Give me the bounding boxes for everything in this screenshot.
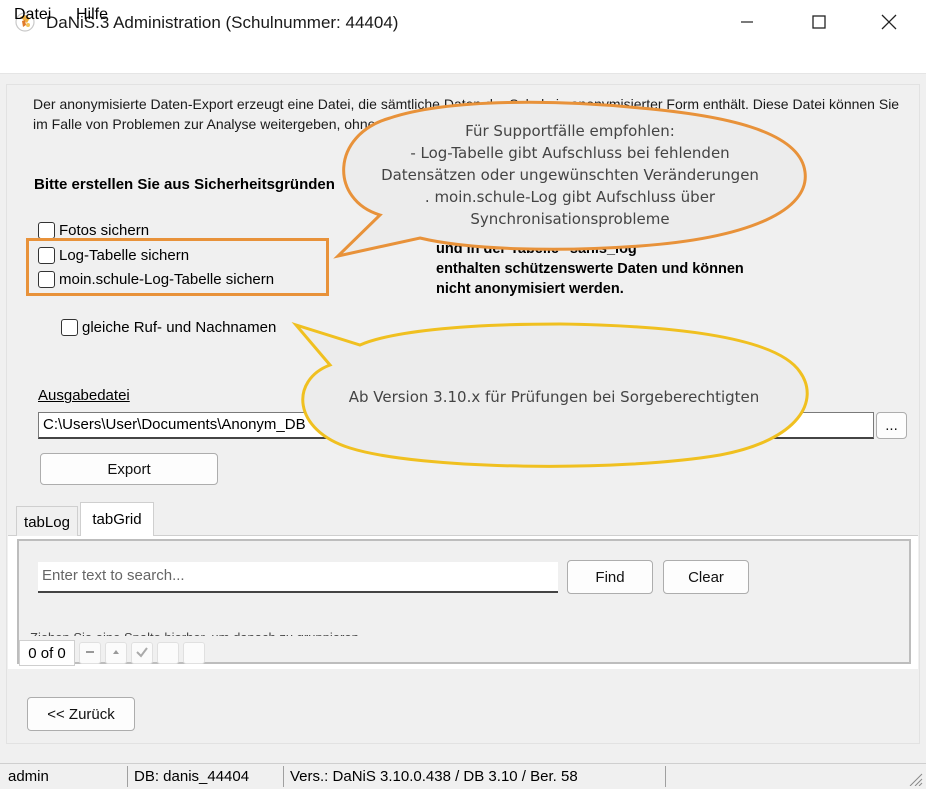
caret-up-icon: [111, 647, 121, 660]
photos-checkbox-row[interactable]: Fotos sichern: [38, 220, 149, 240]
menu-bar: [0, 46, 926, 74]
output-file-input[interactable]: C:\Users\User\Documents\Anonym_DB: [38, 412, 874, 439]
support-callout-text: Für Supportfälle empfohlen: - Log-Tabell…: [350, 120, 790, 230]
highlight-box: [26, 238, 329, 296]
backup-heading: Bitte erstellen Sie aus Sicherheitsgründ…: [34, 176, 335, 193]
nav-blank-button[interactable]: [157, 642, 179, 664]
minus-icon: [84, 646, 96, 661]
back-button[interactable]: << Zurück: [27, 697, 135, 731]
tab-log[interactable]: tabLog: [16, 506, 78, 536]
resize-grip-icon[interactable]: [906, 770, 924, 787]
group-panel-hint: Ziehen Sie eine Spalte hierher, um danac…: [30, 630, 390, 636]
warning-line: enthalten schützenswerte Daten und könne…: [436, 261, 744, 277]
photos-checkbox[interactable]: [38, 221, 55, 239]
clear-button[interactable]: Clear: [663, 560, 749, 594]
find-button[interactable]: Find: [567, 560, 653, 594]
callout-line: Für Supportfälle empfohlen:: [465, 122, 675, 140]
menu-help[interactable]: Hilfe: [76, 6, 108, 24]
maximize-button[interactable]: [788, 0, 850, 46]
minimize-button[interactable]: [716, 0, 778, 46]
output-file-label: Ausgabedatei: [38, 387, 130, 404]
status-user: admin: [6, 766, 128, 787]
warning-line: und in der Tabelle "sanis_log": [436, 241, 644, 257]
same-names-checkbox[interactable]: [61, 318, 78, 336]
status-empty: [670, 766, 902, 787]
privacy-warning: tabelle "log" und in der Tabelle "sanis_…: [436, 219, 866, 299]
tab-grid[interactable]: tabGrid: [80, 502, 154, 536]
menu-file[interactable]: Datei: [14, 6, 51, 24]
warning-line: nicht anonymisiert werden.: [436, 281, 624, 297]
nav-check-button[interactable]: [131, 642, 153, 664]
nav-up-button[interactable]: [105, 642, 127, 664]
nav-delete-button[interactable]: [79, 642, 101, 664]
export-button[interactable]: Export: [40, 453, 218, 485]
nav-blank-button[interactable]: [183, 642, 205, 664]
record-count: 0 of 0: [19, 640, 75, 666]
close-icon: [881, 14, 897, 33]
status-version: Vers.: DaNiS 3.10.0.438 / DB 3.10 / Ber.…: [288, 766, 666, 787]
callout-line: . moin.schule-Log gibt Aufschluss über: [424, 188, 716, 206]
photos-checkbox-label: Fotos sichern: [59, 221, 150, 239]
callout-line: Datensätzen oder ungewünschten Veränderu…: [381, 166, 759, 184]
browse-button[interactable]: ...: [876, 412, 907, 439]
same-names-checkbox-row[interactable]: gleiche Ruf- und Nachnamen: [61, 317, 276, 337]
maximize-icon: [812, 14, 826, 32]
search-input[interactable]: Enter text to search...: [38, 562, 558, 593]
status-database: DB: danis_44404: [132, 766, 284, 787]
minimize-icon: [740, 15, 754, 32]
callout-line: - Log-Tabelle gibt Aufschluss bei fehlen…: [410, 144, 730, 162]
same-names-checkbox-label: gleiche Ruf- und Nachnamen: [82, 318, 277, 336]
version-callout-text: Ab Version 3.10.x für Prüfungen bei Sorg…: [348, 388, 760, 406]
close-button[interactable]: [858, 0, 920, 46]
callout-line: Synchronisationsprobleme: [470, 210, 670, 228]
record-navigator: 0 of 0: [19, 640, 205, 666]
check-icon: [135, 645, 149, 662]
